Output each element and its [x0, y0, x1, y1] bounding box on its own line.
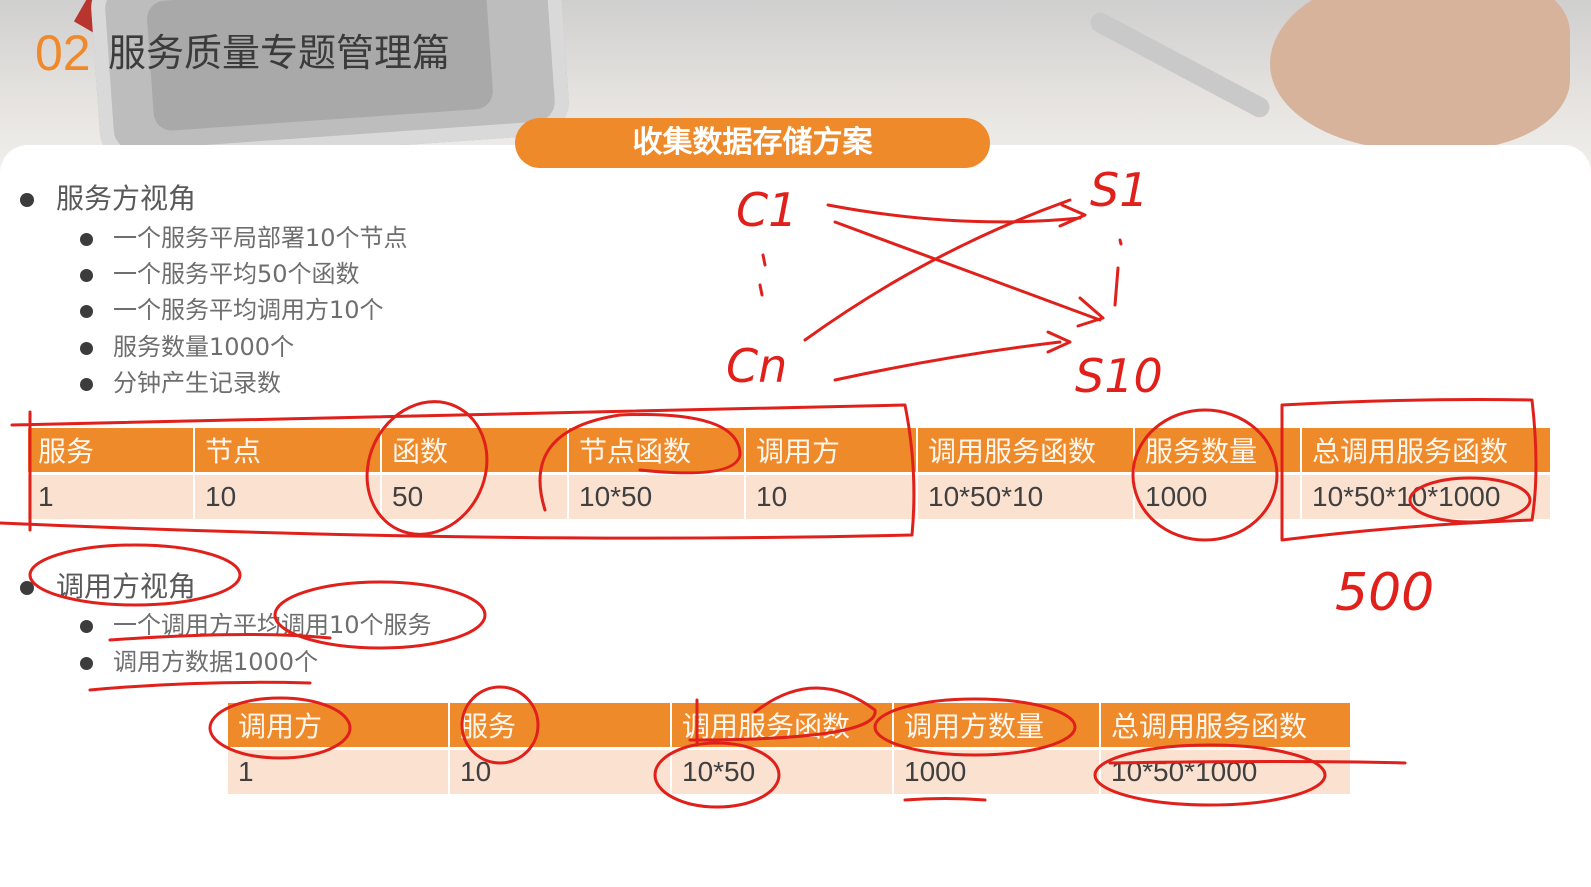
table-cell: 10 [746, 475, 916, 519]
provider-view-heading: 服务方视角 [20, 185, 196, 213]
provider-item: 分钟产生记录数 [80, 371, 281, 395]
bullet-icon [80, 619, 93, 633]
table-cell: 1000 [1135, 475, 1300, 519]
table-header-row: 调用方 服务 调用服务函数 调用方数量 总调用服务函数 [228, 703, 1350, 747]
table-cell: 10*50*10 [918, 475, 1133, 519]
table-header-cell: 调用服务函数 [672, 703, 892, 747]
table-row: 1 10 50 10*50 10 10*50*10 1000 10*50*10*… [28, 475, 1550, 519]
table-cell: 10 [450, 750, 670, 794]
caller-item-text: 调用方数据1000个 [113, 648, 319, 676]
table-header-cell: 调用方数量 [894, 703, 1099, 747]
table-cell: 10 [195, 475, 380, 519]
table-header-cell: 节点函数 [569, 428, 744, 472]
table-cell: 1000 [894, 750, 1099, 794]
provider-calc-table: 服务 节点 函数 节点函数 调用方 调用服务函数 服务数量 总调用服务函数 1 … [26, 425, 1552, 522]
bullet-icon [80, 304, 93, 318]
table-header-row: 服务 节点 函数 节点函数 调用方 调用服务函数 服务数量 总调用服务函数 [28, 428, 1550, 472]
table-cell: 10*50 [672, 750, 892, 794]
slide-heading: 收集数据存储方案 [515, 118, 990, 168]
provider-item-text: 一个服务平均调用方10个 [113, 296, 384, 324]
table-cell: 1 [228, 750, 448, 794]
provider-item-text: 一个服务平均50个函数 [113, 260, 360, 288]
bullet-icon [80, 268, 93, 282]
table-row: 1 10 10*50 1000 10*50*1000 [228, 750, 1350, 794]
table-cell: 10*50 [569, 475, 744, 519]
provider-view-title: 服务方视角 [56, 182, 197, 215]
provider-item-text: 一个服务平局部署10个节点 [113, 224, 408, 252]
table-header-cell: 总调用服务函数 [1101, 703, 1350, 747]
bullet-icon [80, 341, 93, 355]
provider-item-text: 分钟产生记录数 [113, 369, 281, 397]
caller-view-title: 调用方视角 [56, 570, 197, 603]
provider-item-text: 服务数量1000个 [113, 333, 295, 361]
table-cell: 10*50*1000 [1101, 750, 1350, 794]
provider-item: 一个服务平均50个函数 [80, 262, 360, 286]
table-header-cell: 节点 [195, 428, 380, 472]
table-header-cell: 调用方 [228, 703, 448, 747]
caller-item: 调用方数据1000个 [80, 650, 318, 674]
table-cell: 10*50*10*1000 [1302, 475, 1550, 519]
caller-item-text: 一个调用方平均调用10个服务 [113, 611, 432, 639]
provider-item: 服务数量1000个 [80, 335, 294, 359]
table-cell: 50 [382, 475, 567, 519]
caller-item: 一个调用方平均调用10个服务 [80, 613, 432, 637]
pen-graphic [1087, 9, 1273, 121]
hand-graphic [1270, 0, 1570, 150]
table-cell: 1 [28, 475, 193, 519]
table-header-cell: 函数 [382, 428, 567, 472]
bullet-icon [20, 581, 34, 595]
table-header-cell: 服务数量 [1135, 428, 1300, 472]
section-number: 02 [35, 25, 91, 81]
table-header-cell: 调用方 [746, 428, 916, 472]
section-title: 服务质量专题管理篇 [108, 31, 451, 75]
provider-item: 一个服务平均调用方10个 [80, 298, 384, 322]
caller-view-heading: 调用方视角 [20, 573, 196, 601]
bullet-icon [20, 193, 34, 207]
table-header-cell: 服务 [28, 428, 193, 472]
bullet-icon [80, 377, 93, 391]
table-header-cell: 调用服务函数 [918, 428, 1133, 472]
caller-calc-table: 调用方 服务 调用服务函数 调用方数量 总调用服务函数 1 10 10*50 1… [226, 700, 1352, 797]
provider-item: 一个服务平局部署10个节点 [80, 226, 408, 250]
table-header-cell: 服务 [450, 703, 670, 747]
bullet-icon [80, 656, 93, 670]
table-header-cell: 总调用服务函数 [1302, 428, 1550, 472]
bullet-icon [80, 232, 93, 246]
